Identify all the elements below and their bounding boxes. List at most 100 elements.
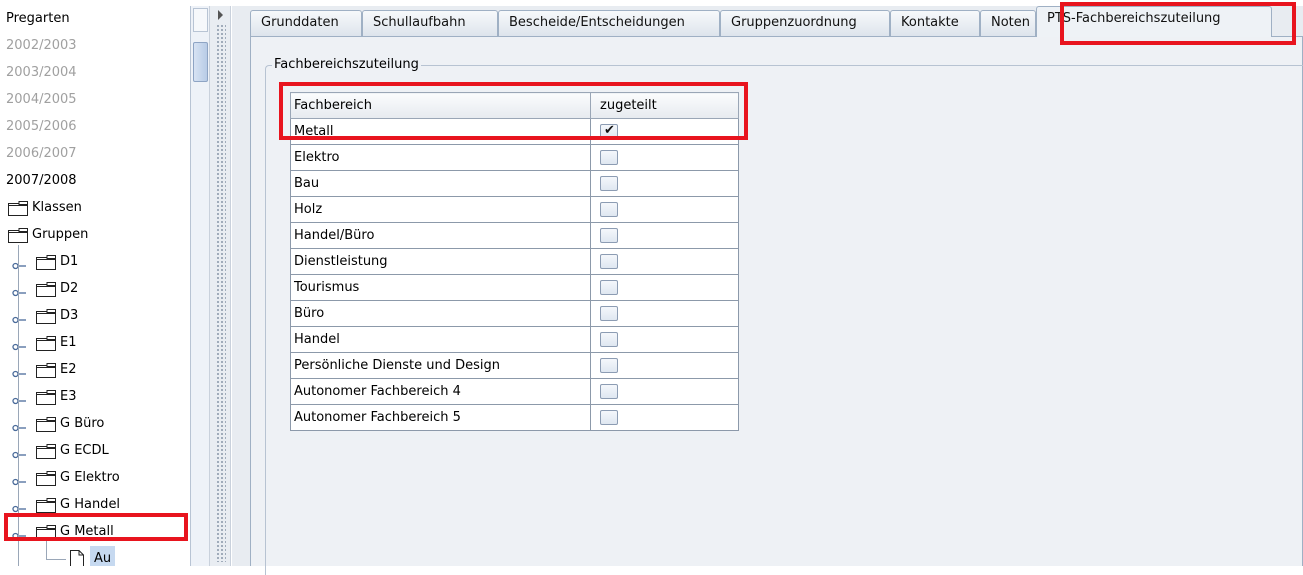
table-row[interactable]: Persönliche Dienste und Design [290,352,739,379]
table-row[interactable]: Dienstleistung [290,248,739,275]
tree-node-label: G Büro [60,416,105,431]
tree-node-2002-2003[interactable]: 2002/2003 [6,33,194,59]
tree-node-2005-2006[interactable]: 2005/2006 [6,114,194,140]
fachbereich-cell: Autonomer Fachbereich 4 [290,378,591,405]
tree-node-g-b-ro[interactable]: G Büro [6,411,194,437]
navigation-tree[interactable]: Pregarten 2002/2003 2003/2004 2004/2005 2005… [6,6,194,566]
table-row[interactable]: Handel/Büro [290,222,739,249]
expand-handle-icon[interactable] [12,364,26,378]
folder-icon [8,201,28,216]
tree-node-e1[interactable]: E1 [6,330,194,356]
fachbereich-cell: Metall [290,118,591,145]
tree-node-d1[interactable]: D1 [6,249,194,275]
tab-bescheide-entscheidungen[interactable]: Bescheide/Entscheidungen [498,10,720,36]
zugeteilt-checkbox[interactable] [600,410,618,425]
zugeteilt-cell [590,300,739,327]
panel-splitter[interactable] [209,6,231,566]
zugeteilt-cell [590,196,739,223]
zugeteilt-checkbox[interactable] [600,150,618,165]
expand-handle-icon[interactable] [12,310,26,324]
zugeteilt-cell [590,144,739,171]
collapse-arrow-icon[interactable] [218,10,223,20]
tab-grunddaten[interactable]: Grunddaten [250,10,362,36]
tree-node-label: G Metall [60,524,114,539]
tree-node-d3[interactable]: D3 [6,303,194,329]
tree-node-klassen[interactable]: Klassen [6,195,194,221]
zugeteilt-cell [590,326,739,353]
zugeteilt-checkbox[interactable] [600,280,618,295]
fachbereich-cell: Tourismus [290,274,591,301]
tree-node-e2[interactable]: E2 [6,357,194,383]
zugeteilt-cell [590,352,739,379]
tree-node-2004-2005[interactable]: 2004/2005 [6,87,194,113]
zugeteilt-checkbox[interactable] [600,384,618,399]
zugeteilt-checkbox[interactable] [600,254,618,269]
table-row[interactable]: Autonomer Fachbereich 4 [290,378,739,405]
tree-node-label: 2002/2003 [6,38,77,53]
zugeteilt-checkbox[interactable] [600,332,618,347]
expand-handle-icon[interactable] [12,418,26,432]
tree-node-2006-2007[interactable]: 2006/2007 [6,141,194,167]
folder-icon [36,498,56,513]
fachbereich-cell: Autonomer Fachbereich 5 [290,404,591,431]
tree-node-label: 2003/2004 [6,65,77,80]
tree-node-g-elektro[interactable]: G Elektro [6,465,194,491]
expand-handle-icon[interactable] [12,526,26,540]
tree-node-g-handel[interactable]: G Handel [6,492,194,518]
table-row[interactable]: Tourismus [290,274,739,301]
zugeteilt-checkbox[interactable] [600,123,618,139]
zugeteilt-checkbox[interactable] [600,228,618,243]
zugeteilt-checkbox[interactable] [600,176,618,191]
tab-pts-fachbereichszuteilung[interactable]: PTS-Fachbereichszuteilung [1036,6,1272,37]
tab-schullaufbahn[interactable]: Schullaufbahn [362,10,498,36]
tree-node-pregarten[interactable]: Pregarten [6,6,194,32]
column-header-fachbereich[interactable]: Fachbereich [290,92,591,119]
tree-node-label: D2 [60,281,79,296]
tree-node-label: E3 [60,389,77,404]
table-row[interactable]: Holz [290,196,739,223]
tree-node-2003-2004[interactable]: 2003/2004 [6,60,194,86]
table-row[interactable]: Metall [290,118,739,145]
folder-icon [8,228,28,243]
tree-scrollbar-thumb[interactable] [193,42,208,82]
table-row[interactable]: Bau [290,170,739,197]
folder-icon [36,525,56,540]
tree-node-label: Gruppen [32,227,89,242]
table-row[interactable]: Handel [290,326,739,353]
tree-node-label: 2006/2007 [6,146,77,161]
tree-node-e3[interactable]: E3 [6,384,194,410]
tree-node-gruppen[interactable]: Gruppen [6,222,194,248]
folder-icon [36,282,56,297]
zugeteilt-checkbox[interactable] [600,358,618,373]
zugeteilt-checkbox[interactable] [600,306,618,321]
zugeteilt-cell [590,404,739,431]
tree-node-g-ecdl[interactable]: G ECDL [6,438,194,464]
tree-node-leaf[interactable]: Au [6,540,194,566]
tab-gruppenzuordnung[interactable]: Gruppenzuordnung [720,10,890,36]
expand-handle-icon[interactable] [12,391,26,405]
folder-icon [36,417,56,432]
expand-handle-icon[interactable] [12,472,26,486]
expand-handle-icon[interactable] [12,256,26,270]
table-row[interactable]: Autonomer Fachbereich 5 [290,404,739,431]
tree-scrollbar[interactable] [190,6,209,566]
table-row[interactable]: Elektro [290,144,739,171]
expand-handle-icon[interactable] [12,283,26,297]
tab-kontakte[interactable]: Kontakte [890,10,980,36]
folder-icon [36,363,56,378]
table-row[interactable]: Büro [290,300,739,327]
zugeteilt-checkbox[interactable] [600,202,618,217]
zugeteilt-cell [590,222,739,249]
expand-handle-icon[interactable] [12,337,26,351]
expand-handle-icon[interactable] [12,499,26,513]
column-header-zugeteilt[interactable]: zugeteilt [590,92,739,119]
tree-scrollbar-track-top[interactable] [193,8,208,32]
tree-node-d2[interactable]: D2 [6,276,194,302]
tree-node-2007-2008[interactable]: 2007/2008 [6,168,194,194]
fachbereich-cell: Büro [290,300,591,327]
tree-node-g-metall[interactable]: G Metall [6,519,194,545]
tab-noten[interactable]: Noten [980,10,1036,36]
tree-node-label: Au [90,546,116,566]
fachbereich-cell: Dienstleistung [290,248,591,275]
expand-handle-icon[interactable] [12,445,26,459]
